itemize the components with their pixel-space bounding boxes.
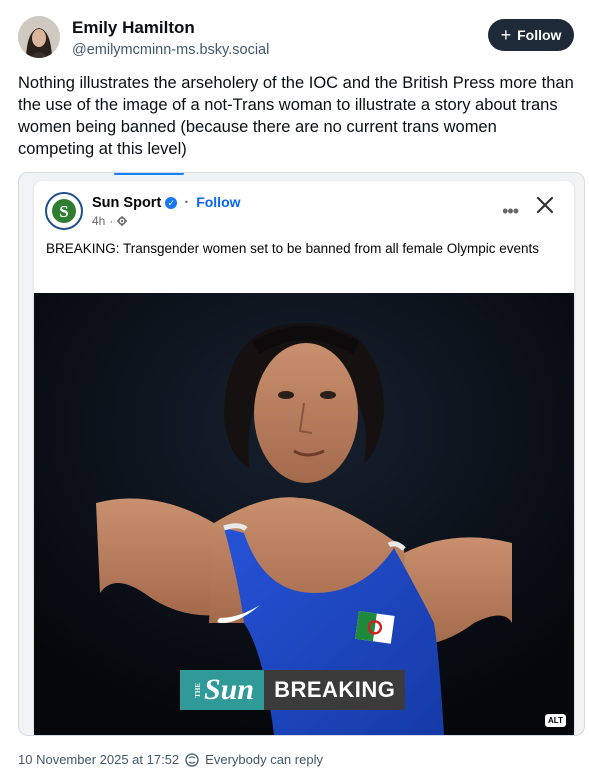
sun-sport-logo: S: [45, 192, 83, 230]
time-text: 4h: [92, 214, 106, 228]
time-separator: ·: [109, 214, 114, 228]
breaking-text: BREAKING: [264, 670, 406, 710]
verified-check-icon: ✓: [165, 197, 178, 210]
reply-globe-icon: [185, 752, 199, 767]
embedded-image[interactable]: S Sun Sport ✓ · Follow 4h · ••• BREAKING:…: [18, 172, 585, 736]
facebook-post-card: S Sun Sport ✓ · Follow 4h · ••• BREAKING:…: [34, 181, 574, 735]
follow-label: Follow: [517, 27, 562, 43]
post-text: Nothing illustrates the arseholery of th…: [18, 74, 574, 158]
post-footer: 10 November 2025 at 17:52 Everybody can …: [18, 752, 323, 767]
sun-logo-big: Sun: [204, 673, 255, 706]
post-header: Emily Hamilton @emilymcminn-ms.bsky.soci…: [18, 14, 578, 64]
page-name[interactable]: Sun Sport ✓ · Follow: [92, 194, 241, 211]
boxer-photo: THE Sun BREAKING ALT: [34, 293, 574, 735]
close-icon[interactable]: [534, 194, 556, 216]
display-name[interactable]: Emily Hamilton: [72, 18, 195, 38]
sun-logo-small: THE: [194, 682, 202, 698]
follow-button[interactable]: + Follow: [488, 19, 574, 51]
plus-icon: +: [500, 25, 512, 45]
alt-badge[interactable]: ALT: [545, 714, 566, 727]
sun-logo-text: THE Sun: [180, 670, 265, 710]
separator: ·: [184, 195, 190, 211]
reply-setting[interactable]: Everybody can reply: [205, 752, 323, 767]
post-timestamp[interactable]: 10 November 2025 at 17:52: [18, 752, 179, 767]
gear-globe-icon: [117, 216, 128, 226]
handle[interactable]: @emilymcminn-ms.bsky.social: [72, 42, 269, 58]
accent-bar: [114, 173, 184, 175]
more-dots-icon[interactable]: •••: [502, 201, 519, 222]
sun-breaking-banner: THE Sun BREAKING: [180, 670, 406, 710]
post-time: 4h ·: [92, 214, 128, 228]
svg-text:S: S: [59, 202, 68, 221]
facebook-post-text: BREAKING: Transgender women set to be ba…: [46, 241, 539, 256]
fb-follow-link[interactable]: Follow: [196, 194, 240, 210]
page-name-text: Sun Sport: [92, 195, 162, 211]
avatar[interactable]: [18, 16, 60, 58]
